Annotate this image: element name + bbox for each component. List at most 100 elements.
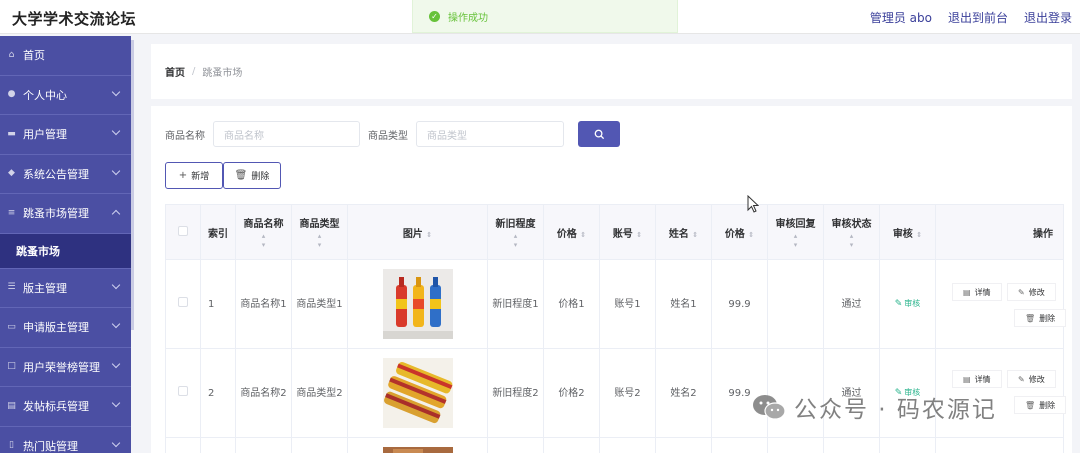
cell-price-text: 价格1 [543,259,600,349]
col-label: 索引 [208,228,228,240]
cell-product-type: 商品类型1 [291,259,348,349]
edit-button[interactable]: ✎ 修改 [1007,283,1056,301]
detail-label: 详情 [974,374,991,384]
sidebar-subitem-flea-market[interactable]: 跳蚤市场 [0,233,131,269]
col-label: 价格 [556,228,577,240]
row-checkbox[interactable] [178,296,188,307]
breadcrumb: 首页 / 跳蚤市场 [151,44,1072,99]
cell-image [347,259,488,349]
product-image [382,447,453,453]
edit-icon: ✎ [1018,287,1025,297]
row-delete-button[interactable]: 🗑 删除 [1014,309,1067,327]
col-header-review-status[interactable]: 审核状态 ▴ ▾ [823,204,880,260]
sort-icon: ⇕ [580,230,587,239]
chevron-down-icon [111,166,121,175]
product-name-input[interactable]: 商品名称 [213,121,360,147]
wechat-icon [753,395,786,420]
cell-person [655,437,712,453]
col-header-price-text[interactable]: 价格 ⇕ [543,204,600,260]
sort-icon: ▴ ▾ [317,231,322,249]
sidebar-item-label: 申请版主管理 [23,321,89,335]
cell-review-reply [767,437,824,453]
col-label: 审核 [892,228,913,240]
col-header-product-type[interactable]: 商品类型 ▴ ▾ [291,204,348,260]
col-header-review-reply[interactable]: 审核回复 ▴ ▾ [767,204,824,260]
sort-icon: ⇕ [692,230,699,239]
col-header-account[interactable]: 账号 ⇕ [599,204,656,260]
breadcrumb-current: 跳蚤市场 [202,68,243,79]
sort-icon: ⇕ [748,230,755,239]
col-label: 姓名 [668,228,689,240]
trash-icon: 🗑 [1025,400,1036,410]
sliders-icon: ☰ [7,282,16,293]
col-header-product-name[interactable]: 商品名称 ▴ ▾ [235,204,292,260]
detail-button[interactable]: ▤ 详情 [952,283,1002,301]
cell-account [599,437,656,453]
sidebar-item-moderator-application[interactable]: ▭ 申请版主管理 [0,308,131,348]
sidebar-item-moderator-management[interactable]: ☰ 版主管理 [0,269,131,308]
briefcase-icon: ▬ [7,128,16,139]
edit-label: 修改 [1028,287,1045,297]
cell-price-text [543,437,600,453]
mouse-cursor-icon [747,195,759,213]
cell-index [200,437,236,453]
col-header-person[interactable]: 姓名 ⇕ [655,204,712,260]
chevron-down-icon [111,280,121,289]
col-header-condition[interactable]: 新旧程度 ▴ ▾ [487,204,544,260]
watermark-text: 公众号 · 码农源记 [794,397,997,423]
col-label: 价格 [724,228,745,240]
col-header-image[interactable]: 图片 ⇕ [347,204,488,260]
card-icon: ▭ [7,321,16,332]
row-delete-button[interactable]: 🗑 删除 [1014,396,1067,414]
logout-link[interactable]: 退出登录 [1024,9,1072,26]
search-bar: 商品名称 商品名称 商品类型 商品类型 [165,121,620,147]
chevron-down-icon [111,319,121,329]
cell-product-name [235,437,292,453]
cell-price [711,437,768,453]
col-label: 审核回复 [775,218,816,230]
row-checkbox[interactable] [178,385,188,396]
sidebar-item-personal-center[interactable]: ● 个人中心 [0,76,131,115]
admin-name[interactable]: 管理员 abo [870,9,932,26]
exit-to-front-link[interactable]: 退出到前台 [948,9,1008,26]
sidebar-item-home[interactable]: ⌂ 首页 [0,36,131,76]
sidebar-item-honor-roll[interactable]: □ 用户荣誉榜管理 [0,348,131,387]
watermark: 公众号 · 码农源记 [752,390,997,424]
sidebar-item-flea-market-management[interactable]: ≡ 跳蚤市场管理 [0,194,131,234]
cell-review: ✎ 审核 [879,259,936,349]
sidebar-item-top-poster[interactable]: ▤ 发帖标兵管理 [0,387,131,427]
detail-button[interactable]: ▤ 详情 [952,370,1002,388]
add-button[interactable]: + 新增 [165,162,223,189]
review-link[interactable]: ✎ 审核 [895,299,921,309]
review-label: 审核 [904,299,921,308]
delete-button-label: 删除 [251,172,270,182]
sidebar-scrollbar[interactable] [131,40,134,330]
edit-label: 修改 [1028,374,1045,384]
col-label: 商品类型 [299,218,340,230]
row-checkbox-cell [165,348,201,438]
sidebar-item-user-management[interactable]: ▬ 用户管理 [0,115,131,155]
sidebar-item-label: 发帖标兵管理 [23,400,89,414]
product-type-input[interactable]: 商品类型 [416,121,564,147]
cell-image [347,437,488,453]
col-header-review[interactable]: 审核 ⇕ [879,204,936,260]
toast-message: 操作成功 [448,12,488,24]
sort-icon: ▴ ▾ [793,231,798,249]
sort-icon: ⇕ [426,230,433,239]
doc-icon: ▤ [963,374,971,384]
sidebar-item-announcement-management[interactable]: ◆ 系统公告管理 [0,155,131,194]
col-label: 新旧程度 [495,218,536,230]
delete-button[interactable]: 🗑 删除 [223,162,281,189]
cell-actions [935,437,1064,453]
edit-button[interactable]: ✎ 修改 [1007,370,1056,388]
select-all-checkbox[interactable] [178,225,188,236]
search-button[interactable] [578,121,620,147]
header-actions: 管理员 abo 退出到前台 退出登录 [870,9,1072,26]
breadcrumb-home[interactable]: 首页 [165,64,185,79]
cell-account: 账号2 [599,348,656,438]
row-action-group: ▤ 详情 ✎ 修改 🗑 删除 [936,260,1067,348]
select-all-cell [165,204,201,260]
col-header-price[interactable]: 价格 ⇕ [711,204,768,260]
sidebar-item-hot-posts[interactable]: ▯ 热门贴管理 [0,427,131,453]
chevron-down-icon [111,398,121,408]
